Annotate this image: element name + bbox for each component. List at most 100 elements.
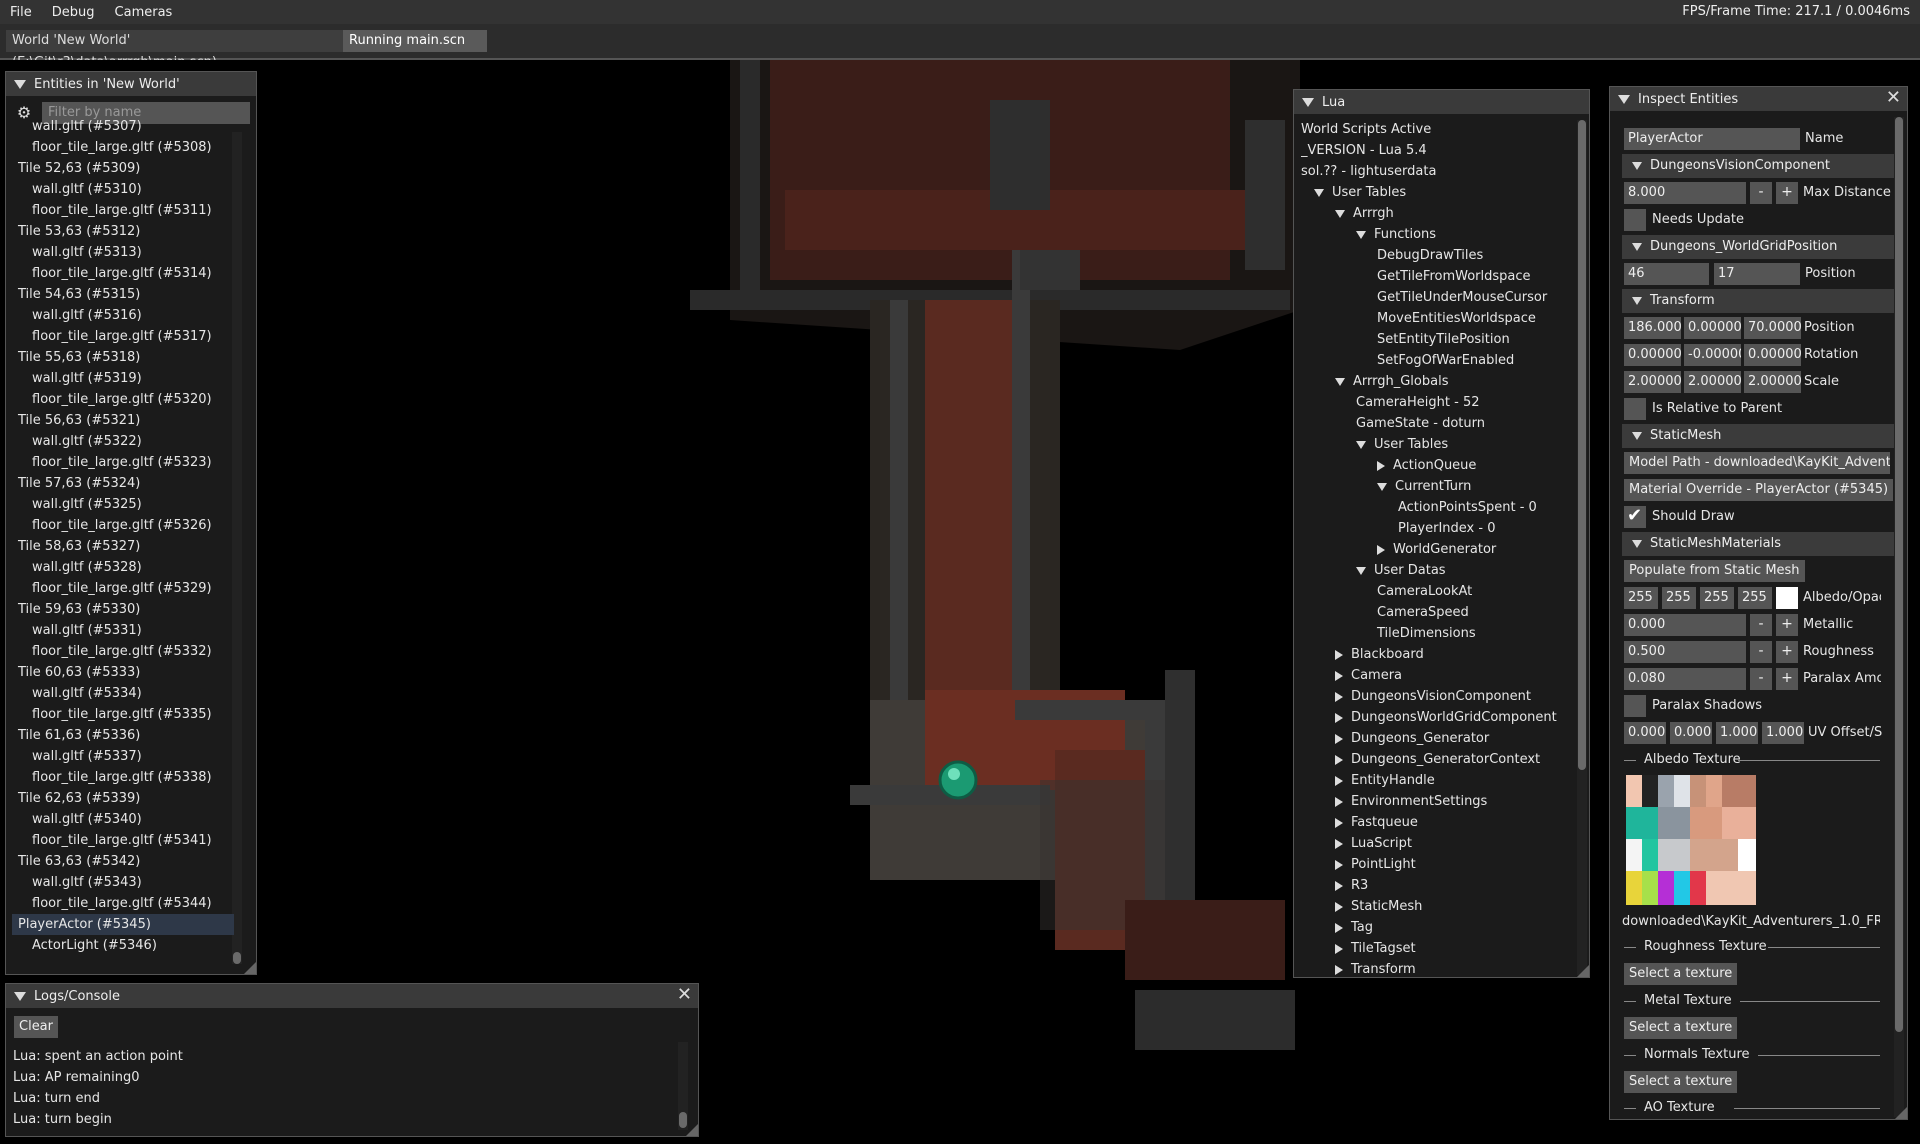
collapse-arrow-icon[interactable] (1335, 964, 1343, 975)
collapse-icon[interactable] (14, 991, 26, 1001)
entities-scroll-thumb[interactable] (233, 952, 241, 964)
lua-tree-item[interactable]: Arrrgh (1301, 203, 1571, 224)
parallax-plus-button[interactable]: + (1776, 668, 1798, 690)
lua-tree-item[interactable]: EntityHandle (1301, 770, 1571, 791)
populate-button[interactable]: Populate from Static Mesh (1624, 560, 1805, 582)
lua-tree-item[interactable]: PointLight (1301, 854, 1571, 875)
lua-tree-item[interactable]: Tag (1301, 917, 1571, 938)
lua-tree-item[interactable]: Fastqueue (1301, 812, 1571, 833)
resize-grip[interactable] (1895, 1107, 1907, 1119)
entities-title-bar[interactable]: Entities in 'New World' (6, 72, 256, 96)
collapse-arrow-icon[interactable] (1335, 691, 1343, 702)
lua-scroll-thumb[interactable] (1578, 120, 1586, 770)
roughness-texture-select-button[interactable]: Select a texture (1624, 963, 1738, 985)
entity-row[interactable]: Tile 53,63 (#5312) (12, 221, 234, 242)
albedo-b-field[interactable]: 255 (1700, 587, 1734, 609)
albedo-a-field[interactable]: 255 (1738, 587, 1772, 609)
entity-row[interactable]: Tile 54,63 (#5315) (12, 284, 234, 305)
lua-tree-item[interactable]: TileDimensions (1301, 623, 1571, 644)
scale-z-field[interactable]: 2.000000 (1744, 371, 1801, 393)
lua-tree-item[interactable]: MoveEntitiesWorldspace (1301, 308, 1571, 329)
player-actor-model[interactable] (938, 760, 978, 800)
collapse-arrow-icon[interactable] (1335, 712, 1343, 723)
collapse-arrow-icon[interactable] (1335, 859, 1343, 870)
entity-child-row[interactable]: wall.gltf (#5316) (12, 305, 234, 326)
collapse-arrow-icon[interactable] (1335, 901, 1343, 912)
entity-row[interactable]: Tile 61,63 (#5336) (12, 725, 234, 746)
lua-tree-item[interactable]: DungeonsVisionComponent (1301, 686, 1571, 707)
menu-debug[interactable]: Debug (42, 5, 105, 20)
metallic-plus-button[interactable]: + (1776, 614, 1798, 636)
expand-arrow-icon[interactable] (1377, 482, 1387, 491)
lua-tree-item[interactable]: Transform (1301, 959, 1571, 977)
lua-tree-item[interactable]: DungeonsWorldGridComponent (1301, 707, 1571, 728)
transform-header[interactable]: Transform (1622, 289, 1894, 313)
lua-tree-item[interactable]: EnvironmentSettings (1301, 791, 1571, 812)
entity-child-row[interactable]: floor_tile_large.gltf (#5341) (12, 830, 234, 851)
collapse-icon[interactable] (14, 79, 26, 89)
rotation-y-field[interactable]: -0.00000 (1684, 344, 1741, 366)
parallax-shadows-checkbox[interactable] (1624, 695, 1646, 717)
roughness-plus-button[interactable]: + (1776, 641, 1798, 663)
inspect-scrollbar[interactable] (1894, 117, 1904, 1117)
roughness-field[interactable]: 0.500 (1624, 641, 1746, 663)
entity-row[interactable]: Tile 57,63 (#5324) (12, 473, 234, 494)
entity-child-row[interactable]: wall.gltf (#5334) (12, 683, 234, 704)
max-distance-field[interactable]: 8.000 (1624, 182, 1746, 204)
entity-child-row[interactable]: floor_tile_large.gltf (#5329) (12, 578, 234, 599)
albedo-texture-preview[interactable] (1626, 775, 1756, 905)
entity-child-row[interactable]: floor_tile_large.gltf (#5326) (12, 515, 234, 536)
collapse-arrow-icon[interactable] (1377, 544, 1385, 555)
lua-tree-item[interactable]: GetTileUnderMouseCursor (1301, 287, 1571, 308)
lua-tree-item[interactable]: GetTileFromWorldspace (1301, 266, 1571, 287)
position-y-field[interactable]: 0.000000 (1684, 317, 1741, 339)
metal-texture-select-button[interactable]: Select a texture (1624, 1017, 1738, 1039)
collapse-arrow-icon[interactable] (1335, 817, 1343, 828)
entity-row[interactable]: PlayerActor (#5345) (12, 914, 234, 935)
console-clear-button[interactable]: Clear (14, 1016, 58, 1038)
expand-arrow-icon[interactable] (1335, 209, 1345, 218)
lua-tree-item[interactable]: Blackboard (1301, 644, 1571, 665)
console-title-bar[interactable]: Logs/Console ✕ (6, 984, 698, 1008)
entity-child-row[interactable]: floor_tile_large.gltf (#5311) (12, 200, 234, 221)
lua-tree-item[interactable]: CameraSpeed (1301, 602, 1571, 623)
lua-tree-item[interactable]: _VERSION - Lua 5.4 (1301, 140, 1571, 161)
entity-child-row[interactable]: floor_tile_large.gltf (#5314) (12, 263, 234, 284)
entity-child-row[interactable]: floor_tile_large.gltf (#5344) (12, 893, 234, 914)
relative-checkbox[interactable] (1624, 398, 1646, 420)
rotation-z-field[interactable]: 0.000000 (1744, 344, 1801, 366)
resize-grip[interactable] (1577, 965, 1589, 977)
entity-child-row[interactable]: wall.gltf (#5325) (12, 494, 234, 515)
scale-y-field[interactable]: 2.000000 (1684, 371, 1741, 393)
staticmesh-header[interactable]: StaticMesh (1622, 424, 1894, 448)
lua-tree-item[interactable]: CurrentTurn (1301, 476, 1571, 497)
lua-tree-item[interactable]: Arrrgh_Globals (1301, 371, 1571, 392)
grid-position-header[interactable]: Dungeons_WorldGridPosition (1622, 235, 1894, 259)
resize-grip[interactable] (244, 962, 256, 974)
collapse-arrow-icon[interactable] (1335, 838, 1343, 849)
entity-child-row[interactable]: wall.gltf (#5313) (12, 242, 234, 263)
entity-child-row[interactable]: floor_tile_large.gltf (#5317) (12, 326, 234, 347)
menu-cameras[interactable]: Cameras (105, 5, 183, 20)
entity-child-row[interactable]: floor_tile_large.gltf (#5308) (12, 137, 234, 158)
entity-row[interactable]: Tile 60,63 (#5333) (12, 662, 234, 683)
max-distance-plus-button[interactable]: + (1776, 182, 1798, 204)
lua-tree-item[interactable]: User Tables (1301, 434, 1571, 455)
expand-arrow-icon[interactable] (1356, 230, 1366, 239)
inspect-scroll-thumb[interactable] (1895, 117, 1903, 1032)
parallax-field[interactable]: 0.080 (1624, 668, 1746, 690)
lua-tree-item[interactable]: SetEntityTilePosition (1301, 329, 1571, 350)
tab-running[interactable]: Running main.scn (343, 30, 487, 52)
lua-tree-item[interactable]: R3 (1301, 875, 1571, 896)
expand-arrow-icon[interactable] (1335, 377, 1345, 386)
entity-child-row[interactable]: floor_tile_large.gltf (#5335) (12, 704, 234, 725)
entity-child-row[interactable]: wall.gltf (#5343) (12, 872, 234, 893)
lua-tree-item[interactable]: GameState - doturn (1301, 413, 1571, 434)
max-distance-minus-button[interactable]: - (1750, 182, 1772, 204)
lua-tree-item[interactable]: ActionQueue (1301, 455, 1571, 476)
lua-tree-item[interactable]: World Scripts Active (1301, 119, 1571, 140)
entity-child-row[interactable]: wall.gltf (#5307) (12, 116, 234, 137)
entity-row[interactable]: Tile 52,63 (#5309) (12, 158, 234, 179)
entity-child-row[interactable]: floor_tile_large.gltf (#5332) (12, 641, 234, 662)
entity-child-row[interactable]: wall.gltf (#5322) (12, 431, 234, 452)
